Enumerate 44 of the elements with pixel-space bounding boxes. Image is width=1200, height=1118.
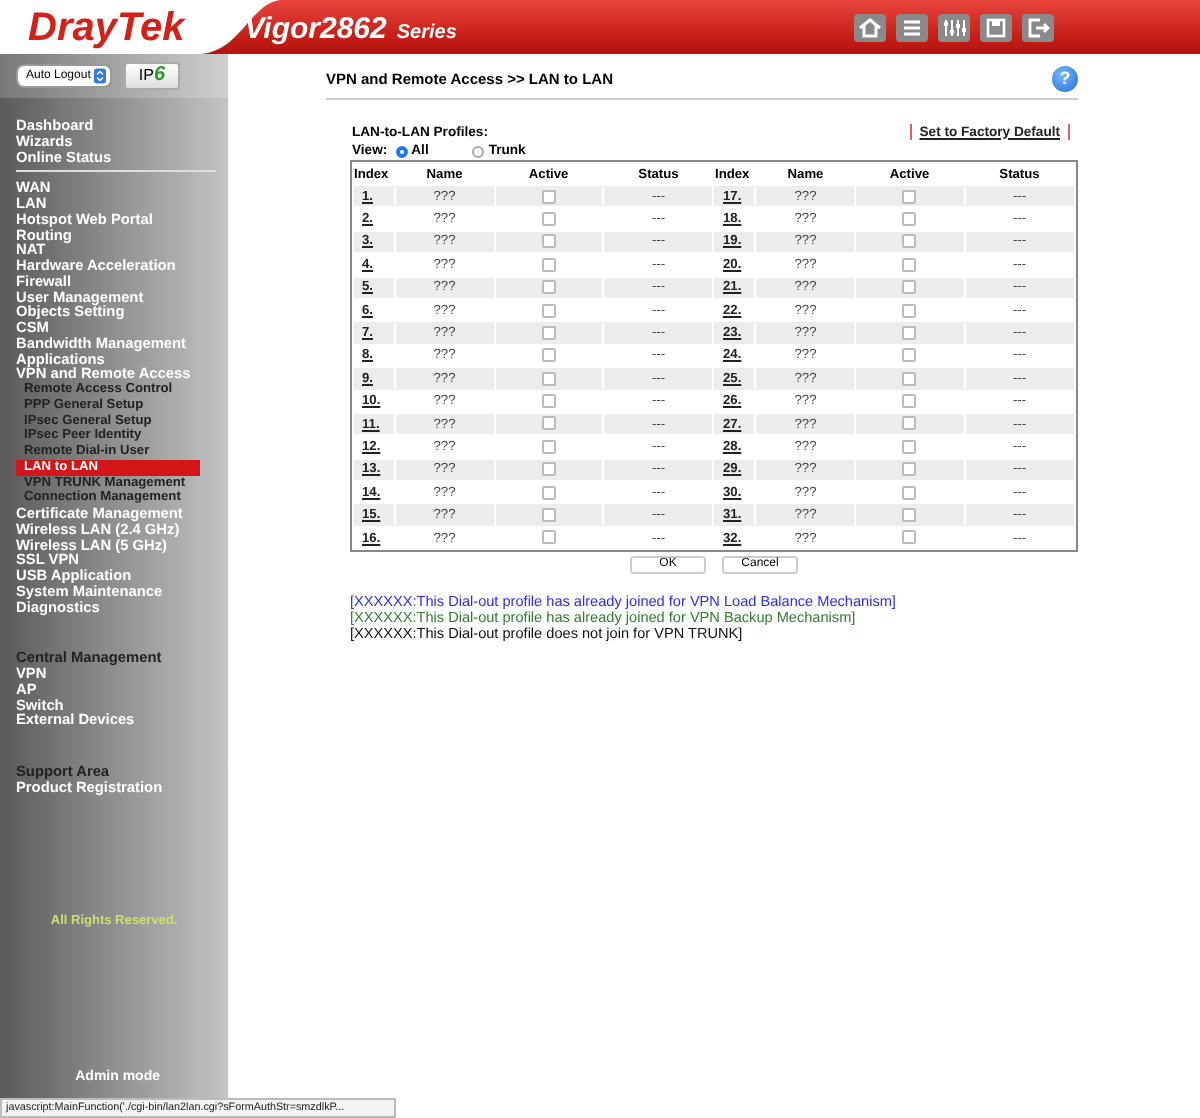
active-checkbox[interactable] — [541, 439, 556, 454]
active-checkbox[interactable] — [541, 462, 556, 477]
active-checkbox[interactable] — [541, 325, 556, 340]
active-checkbox[interactable] — [902, 416, 917, 431]
model-title: Vigor2862 — [244, 12, 387, 46]
active-checkbox[interactable] — [541, 394, 556, 409]
radio-button[interactable] — [395, 145, 408, 157]
brand-logo: DrayTek — [28, 5, 185, 49]
active-checkbox[interactable] — [902, 348, 917, 363]
active-checkbox[interactable] — [902, 280, 917, 295]
active-checkbox[interactable] — [541, 211, 556, 226]
active-checkbox[interactable] — [902, 530, 917, 545]
save-icon[interactable] — [980, 13, 1012, 41]
active-checkbox[interactable] — [541, 348, 556, 363]
logout-icon[interactable] — [1022, 13, 1054, 41]
ipv6-button[interactable]: IP6 — [124, 62, 179, 90]
active-checkbox[interactable] — [541, 280, 556, 295]
active-checkbox[interactable] — [541, 189, 556, 204]
active-checkbox[interactable] — [902, 394, 917, 409]
active-checkbox[interactable] — [541, 303, 556, 318]
series-label: Series — [396, 22, 457, 44]
active-checkbox[interactable] — [902, 462, 917, 477]
active-checkbox[interactable] — [541, 530, 556, 545]
active-checkbox[interactable] — [902, 485, 917, 500]
active-checkbox[interactable] — [902, 325, 917, 340]
active-checkbox[interactable] — [541, 508, 556, 523]
active-checkbox[interactable] — [902, 371, 917, 386]
active-checkbox[interactable] — [541, 416, 556, 431]
active-checkbox[interactable] — [902, 189, 917, 204]
active-checkbox[interactable] — [541, 257, 556, 272]
active-checkbox[interactable] — [902, 257, 917, 272]
active-checkbox[interactable] — [902, 439, 917, 454]
radio-button[interactable] — [472, 145, 485, 157]
list-icon[interactable] — [896, 13, 928, 41]
sliders-icon[interactable] — [938, 13, 970, 41]
active-checkbox[interactable] — [541, 485, 556, 500]
active-checkbox[interactable] — [902, 234, 917, 249]
stepper-icon — [94, 68, 107, 84]
active-checkbox[interactable] — [902, 211, 917, 226]
active-checkbox[interactable] — [541, 371, 556, 386]
active-checkbox[interactable] — [541, 234, 556, 249]
home-icon[interactable] — [854, 13, 886, 41]
active-checkbox[interactable] — [902, 508, 917, 523]
active-checkbox[interactable] — [902, 303, 917, 318]
